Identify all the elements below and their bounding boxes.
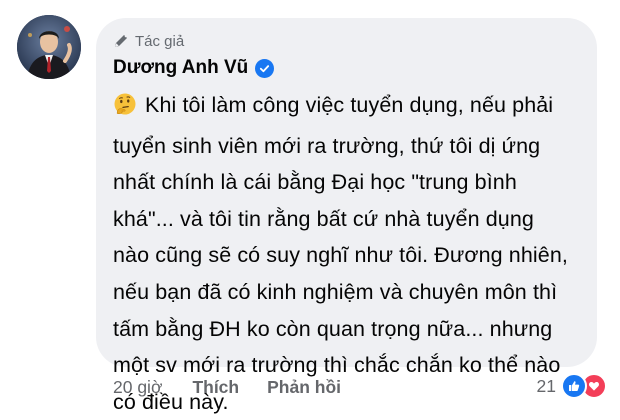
comment-line: Khi tôi làm công việc tuyển dụng, nếu ph… xyxy=(113,87,588,128)
comment-line: tấm bằng ĐH ko còn quan trọng nữa... như… xyxy=(113,316,553,341)
comment-line: khá"... và tôi tin rằng bất cứ nhà tuyển… xyxy=(113,206,534,231)
comment-timestamp[interactable]: 20 giờ xyxy=(113,377,162,398)
like-reaction-icon xyxy=(561,373,587,399)
avatar[interactable] xyxy=(17,15,81,79)
author-badge: Tác giả xyxy=(113,30,184,52)
pen-icon xyxy=(113,33,129,49)
comment-line-text: Khi tôi làm công việc tuyển dụng, nếu ph… xyxy=(145,93,554,117)
comment-text: Khi tôi làm công việc tuyển dụng, nếu ph… xyxy=(113,87,588,420)
comment-line: tuyển sinh viên mới ra trường, thứ tôi d… xyxy=(113,133,541,158)
reaction-count[interactable]: 21 xyxy=(537,376,556,397)
thinking-face-emoji xyxy=(113,91,137,128)
author-name[interactable]: Dương Anh Vũ xyxy=(113,55,275,81)
comment-line: nhất chính là cái bằng Đại học "trung bì… xyxy=(113,170,517,195)
like-button[interactable]: Thích xyxy=(192,377,239,398)
comment-line: nào cũng sẽ có suy nghĩ như tôi. Đương n… xyxy=(113,243,568,268)
reply-button[interactable]: Phản hồi xyxy=(267,377,341,398)
avatar-image xyxy=(17,15,81,79)
verified-check-icon xyxy=(255,58,275,78)
reactions-summary[interactable]: 21 xyxy=(537,373,607,399)
comment-line: nếu bạn đã có kinh nghiệm và chuyên môn … xyxy=(113,279,558,304)
comment-actions: 20 giờ Thích Phản hồi xyxy=(113,374,341,400)
author-name-text[interactable]: Dương Anh Vũ xyxy=(113,57,248,79)
author-badge-label: Tác giả xyxy=(135,32,185,50)
